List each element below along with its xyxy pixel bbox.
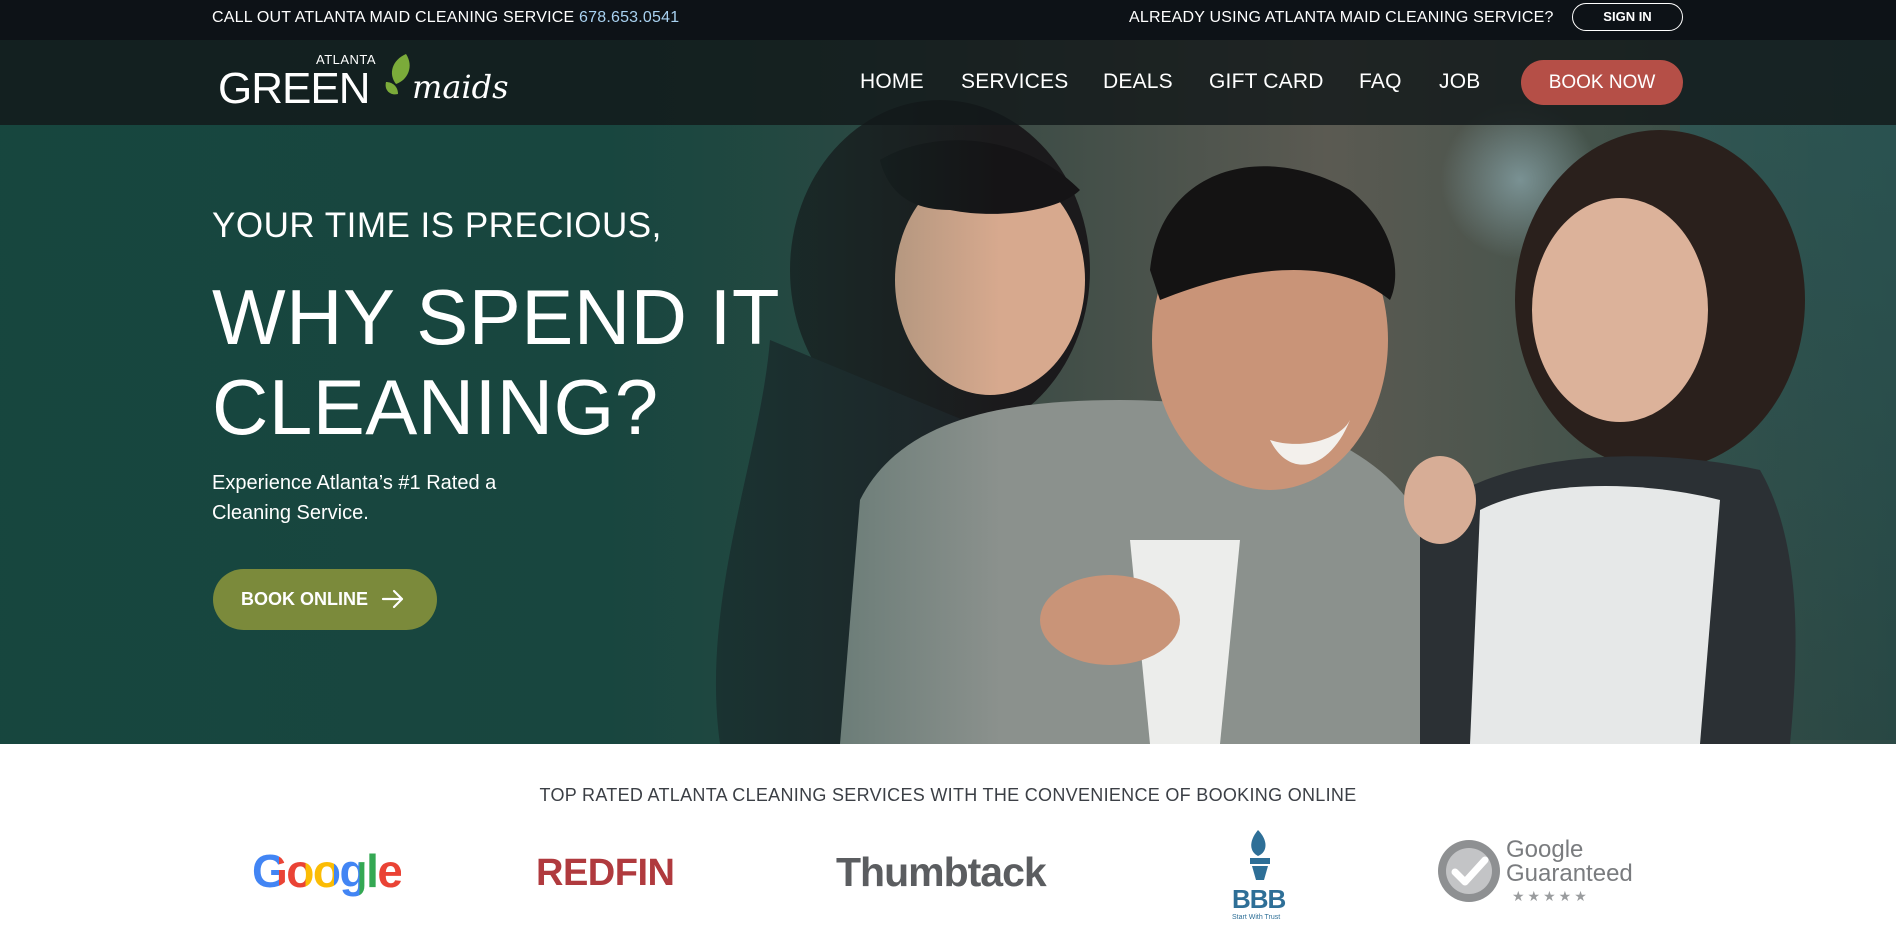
google-guaranteed-line1: Google: [1506, 836, 1584, 863]
already-using-text: ALREADY USING ATLANTA MAID CLEANING SERV…: [1129, 9, 1554, 26]
google-guaranteed-logo: Google Guaranteed ★★★★★: [1436, 838, 1633, 909]
checkmark-badge-icon: [1438, 840, 1500, 902]
hero-pre-heading: YOUR TIME IS PRECIOUS,: [212, 206, 662, 245]
phone-link[interactable]: 678.653.0541: [579, 9, 679, 26]
main-nav-bar: ATLANTA GREEN maids HOME SERVICES DEALS …: [0, 40, 1896, 125]
arrow-right-icon: [381, 589, 404, 609]
logo-green-text: GREEN: [218, 64, 370, 113]
nav-job[interactable]: JOB: [1439, 70, 1480, 94]
call-out-text: CALL OUT ATLANTA MAID CLEANING SERVICE 6…: [212, 9, 679, 27]
google-guaranteed-text: Google Guaranteed: [1506, 838, 1633, 886]
nav-services[interactable]: SERVICES: [961, 70, 1068, 94]
bbb-text: BBB: [1232, 884, 1286, 914]
sign-in-button[interactable]: SIGN IN: [1572, 3, 1683, 31]
nav-deals[interactable]: DEALS: [1103, 70, 1173, 94]
redfin-logo: REDFIN: [536, 852, 675, 894]
thumbtack-logo: Thumbtack: [836, 849, 1047, 895]
atlanta-green-maids-logo[interactable]: ATLANTA GREEN maids: [218, 50, 509, 116]
google-logo: Google: [252, 844, 403, 898]
bbb-tagline: Start With Trust: [1232, 914, 1281, 921]
logo-maids-text: maids: [412, 68, 509, 106]
rating-stars: ★★★★★: [1512, 888, 1590, 904]
leaf-icon: [385, 54, 410, 95]
book-online-button[interactable]: BOOK ONLINE: [213, 569, 437, 630]
book-online-label: BOOK ONLINE: [241, 589, 369, 609]
nav-home[interactable]: HOME: [860, 70, 924, 94]
nav-faq[interactable]: FAQ: [1359, 70, 1402, 94]
bbb-logo: BBB Start With Trust: [1228, 826, 1292, 927]
trust-tagline: TOP RATED ATLANTA CLEANING SERVICES WITH…: [539, 785, 1357, 805]
call-out-label: CALL OUT ATLANTA MAID CLEANING SERVICE: [212, 9, 575, 26]
google-logo-text: Google: [252, 845, 403, 897]
book-now-button[interactable]: BOOK NOW: [1521, 60, 1683, 105]
hero-heading: WHY SPEND IT CLEANING?: [212, 273, 779, 451]
google-guaranteed-line2: Guaranteed: [1506, 860, 1633, 887]
top-bar: CALL OUT ATLANTA MAID CLEANING SERVICE 6…: [0, 0, 1896, 40]
hero-subtext: Experience Atlanta’s #1 Rated a Cleaning…: [212, 472, 497, 524]
nav-gift-card[interactable]: GIFT CARD: [1209, 70, 1324, 94]
